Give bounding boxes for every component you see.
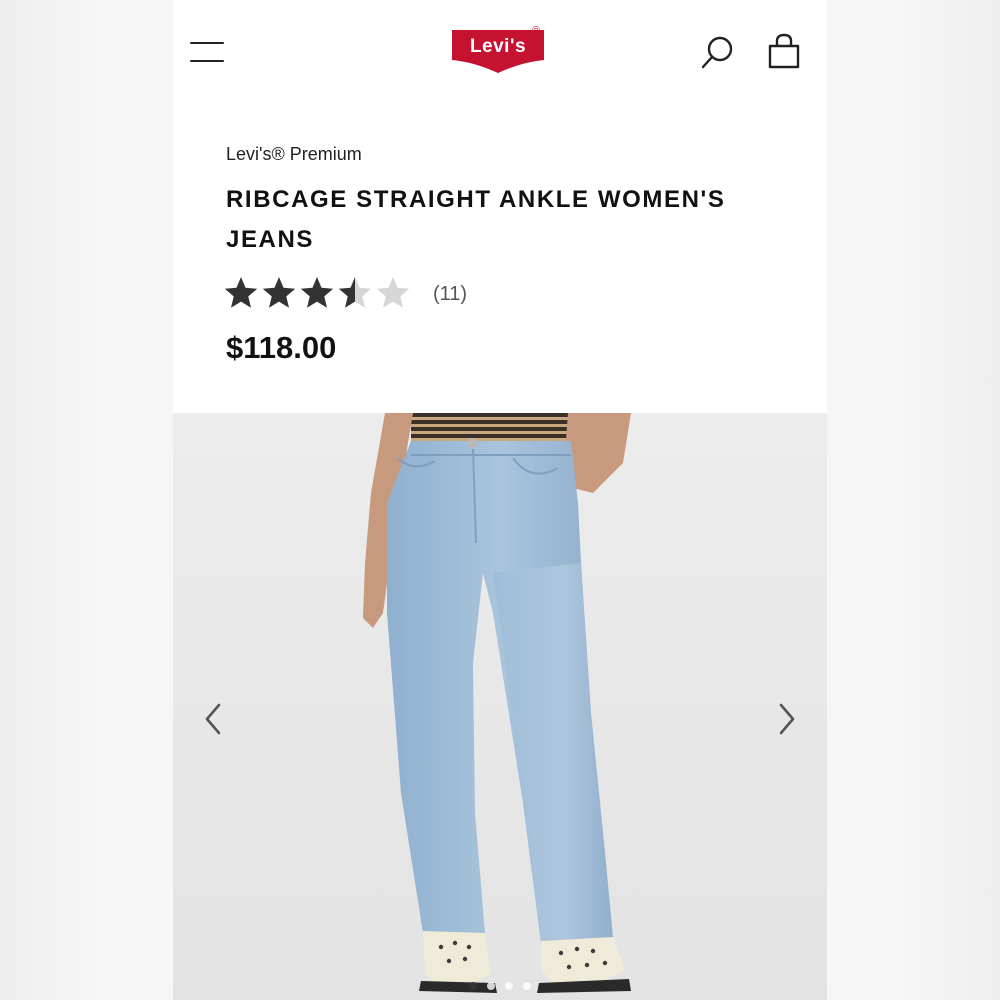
shopping-bag-icon[interactable]: [766, 32, 802, 70]
menu-icon[interactable]: [190, 40, 224, 64]
search-icon[interactable]: [700, 34, 736, 70]
star-icon: [262, 277, 296, 308]
product-price: $118.00: [226, 330, 337, 365]
gallery-dot[interactable]: [505, 982, 513, 990]
product-image-gallery[interactable]: [173, 413, 827, 1000]
logo-text: Levi's: [469, 36, 527, 57]
star-icon: [376, 277, 410, 308]
levis-logo[interactable]: Levi's ®: [450, 25, 550, 76]
chevron-left-icon[interactable]: [199, 699, 229, 739]
gallery-dot[interactable]: [487, 982, 495, 990]
product-rating[interactable]: (11): [223, 274, 467, 314]
chevron-right-icon[interactable]: [771, 699, 801, 739]
gallery-dot[interactable]: [523, 982, 531, 990]
gallery-pagination: [173, 982, 827, 990]
mobile-product-page: Levi's ® Levi's® Premium RIBCAGE STRAIGH…: [173, 0, 827, 1000]
star-icon: [338, 277, 372, 308]
rating-stars: [223, 274, 413, 314]
logo-registered-mark: ®: [532, 25, 541, 37]
star-icon: [224, 277, 258, 308]
jeans-product-photo: [173, 413, 827, 1000]
product-brand[interactable]: Levi's® Premium: [226, 144, 362, 165]
star-rating-graphic: [224, 277, 410, 308]
star-icon: [300, 277, 334, 308]
product-title: RIBCAGE STRAIGHT ANKLE WOMEN'S JEANS: [226, 186, 726, 253]
site-header: Levi's ®: [173, 0, 827, 100]
review-count[interactable]: (11): [433, 283, 467, 306]
gallery-dot[interactable]: [469, 982, 477, 990]
